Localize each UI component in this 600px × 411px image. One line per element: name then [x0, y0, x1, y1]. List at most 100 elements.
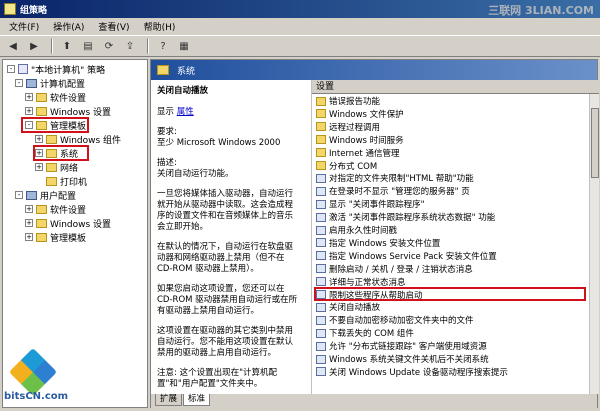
menu-action[interactable]: 操作(A) — [46, 20, 91, 33]
show-tree-icon[interactable]: ▤ — [79, 38, 97, 54]
list-item[interactable]: 详细与正常状态消息 — [312, 276, 406, 288]
setting-icon — [316, 277, 326, 287]
setting-icon — [316, 264, 326, 274]
tree-item-label: 计算机配置 — [40, 79, 86, 90]
menu-file[interactable]: 文件(F) — [2, 20, 46, 33]
tree-item-user-admin-templates[interactable]: + 管理模板 — [25, 231, 86, 244]
list-item[interactable]: 在登录时不显示 "管理您的服务器" 页 — [312, 185, 470, 197]
highlight-box — [21, 117, 89, 133]
refresh-icon[interactable]: ⟳ — [100, 38, 118, 54]
list-item[interactable]: 显示 "关闭事件跟踪程序" — [312, 198, 425, 210]
back-icon[interactable]: ◀ — [4, 38, 22, 54]
folder-icon — [46, 134, 57, 144]
list-item[interactable]: Windows 系统关键文件关机后不关闭系统 — [312, 353, 489, 365]
list-item[interactable]: 对指定的文件夹限制"HTML 帮助"功能 — [312, 172, 474, 184]
computer-icon — [26, 190, 37, 200]
tree-item-windows-settings[interactable]: + Windows 设置 — [25, 105, 111, 118]
setting-icon — [316, 354, 326, 364]
window-title: 组策略 — [20, 5, 48, 16]
expand-icon[interactable]: + — [25, 205, 33, 213]
watermark: 三联网 3LIAN.COM — [488, 4, 594, 17]
list-item[interactable]: 关闭 Windows Update 设备驱动程序搜索提示 — [312, 366, 508, 378]
menu-bar: 文件(F) 操作(A) 查看(V) 帮助(H) — [0, 18, 600, 35]
vertical-scrollbar[interactable] — [589, 94, 599, 394]
description-p6: 注意: 这个设置出现在"计算机配置"和"用户配置"文件夹中。 — [157, 368, 277, 389]
properties-link[interactable]: 属性 — [177, 107, 194, 117]
setting-icon — [316, 212, 326, 222]
list-item-label: 删除启动 / 关机 / 登录 / 注销状态消息 — [329, 264, 473, 275]
list-item[interactable]: 不要自动加密移动加密文件夹中的文件 — [312, 314, 474, 326]
list-item-label: 激活 "关闭事件跟踪程序系统状态数据" 功能 — [329, 213, 496, 224]
list-item[interactable]: 错误报告功能 — [312, 95, 380, 107]
tab-standard[interactable]: 标准 — [183, 394, 211, 406]
list-item-label: 指定 Windows Service Pack 安装文件位置 — [329, 251, 497, 262]
list-item-label: 下载丢失的 COM 组件 — [329, 329, 414, 340]
properties-icon[interactable]: ▦ — [175, 38, 193, 54]
toolbar: ◀ ▶ ⬆ ▤ ⟳ ⇪ ? ▦ — [0, 35, 600, 57]
list-item[interactable]: Windows 文件保护 — [312, 108, 404, 120]
tree-item-computer-config[interactable]: - 计算机配置 — [15, 77, 86, 90]
list-item-label: 启用永久性时间戳 — [329, 226, 398, 236]
tree-item-printers[interactable]: 打印机 — [46, 175, 88, 188]
menu-help[interactable]: 帮助(H) — [137, 20, 183, 33]
list-item-label: 允许 "分布式链接跟踪" 客户端使用域资源 — [329, 342, 487, 353]
menu-view[interactable]: 查看(V) — [91, 20, 136, 33]
folder-icon — [36, 232, 47, 242]
list-item-label: 关闭 Windows Update 设备驱动程序搜索提示 — [329, 367, 508, 378]
computer-icon — [26, 78, 37, 88]
tree-item-user-config[interactable]: - 用户配置 — [15, 189, 76, 202]
expand-icon[interactable]: + — [25, 93, 33, 101]
help-icon[interactable]: ? — [154, 38, 172, 54]
tree-item-label: 打印机 — [60, 177, 88, 188]
setting-icon — [316, 328, 326, 338]
expand-icon[interactable]: + — [25, 233, 33, 241]
list-item[interactable]: 关闭自动播放 — [312, 301, 380, 313]
up-folder-icon[interactable]: ⬆ — [58, 38, 76, 54]
expand-icon[interactable]: + — [25, 107, 33, 115]
list-item[interactable]: Internet 通信管理 — [312, 147, 399, 159]
expand-icon[interactable]: + — [35, 163, 43, 171]
tree-item-local-policy[interactable]: - "本地计算机" 策略 — [7, 63, 105, 76]
show-properties-line: 显示 属性 — [157, 107, 299, 118]
setting-icon — [316, 186, 326, 196]
column-header-settings[interactable]: 设置 — [312, 80, 599, 94]
list-item-label: 对指定的文件夹限制"HTML 帮助"功能 — [329, 174, 474, 185]
setting-title: 关闭自动播放 — [157, 86, 209, 96]
expand-icon[interactable]: + — [25, 219, 33, 227]
list-item[interactable]: 指定 Windows Service Pack 安装文件位置 — [312, 250, 497, 262]
app-icon — [4, 3, 16, 15]
tree-item-user-windows-settings[interactable]: + Windows 设置 — [25, 217, 112, 230]
brand-watermark: bitsCN.com — [4, 347, 90, 409]
tree-item-label: Windows 设置 — [50, 219, 112, 230]
scrollbar-thumb[interactable] — [591, 108, 599, 178]
list-item[interactable]: Windows 时间服务 — [312, 134, 404, 146]
tree-item-windows-components[interactable]: + Windows 组件 — [35, 133, 121, 146]
expand-icon[interactable]: + — [35, 135, 43, 143]
collapse-icon[interactable]: - — [15, 191, 23, 199]
tree-item-software-settings[interactable]: + 软件设置 — [25, 91, 86, 104]
collapse-icon[interactable]: - — [15, 79, 23, 87]
forward-icon[interactable]: ▶ — [25, 38, 43, 54]
list-item[interactable]: 激活 "关闭事件跟踪程序系统状态数据" 功能 — [312, 211, 495, 223]
policy-icon — [18, 64, 28, 74]
tab-extended[interactable]: 扩展 — [155, 394, 183, 406]
highlight-box — [314, 287, 586, 301]
setting-icon — [316, 173, 326, 183]
export-list-icon[interactable]: ⇪ — [121, 38, 139, 54]
description-p4: 如果您启动这项设置，您还可以在 CD-ROM 驱动器禁用自动运行或在所有驱动器上… — [157, 284, 298, 316]
description-p1: 关闭自动运行功能。 — [157, 169, 234, 179]
list-item[interactable]: 分布式 COM — [312, 160, 377, 172]
list-item[interactable]: 删除启动 / 关机 / 登录 / 注销状态消息 — [312, 263, 473, 275]
list-item[interactable]: 下载丢失的 COM 组件 — [312, 327, 414, 339]
requirement-label: 要求: — [157, 127, 177, 137]
list-item[interactable]: 指定 Windows 安装文件位置 — [312, 237, 440, 249]
list-item[interactable]: 远程过程调用 — [312, 121, 380, 133]
list-item[interactable]: 启用永久性时间戳 — [312, 224, 397, 236]
highlight-box — [33, 145, 89, 161]
collapse-icon[interactable]: - — [7, 65, 15, 73]
tree-item-user-software-settings[interactable]: + 软件设置 — [25, 203, 87, 216]
tree-item-label: 软件设置 — [50, 205, 87, 216]
setting-icon — [316, 315, 326, 325]
tree-item-network[interactable]: + 网络 — [35, 161, 78, 174]
list-item[interactable]: 允许 "分布式链接跟踪" 客户端使用域资源 — [312, 340, 487, 352]
